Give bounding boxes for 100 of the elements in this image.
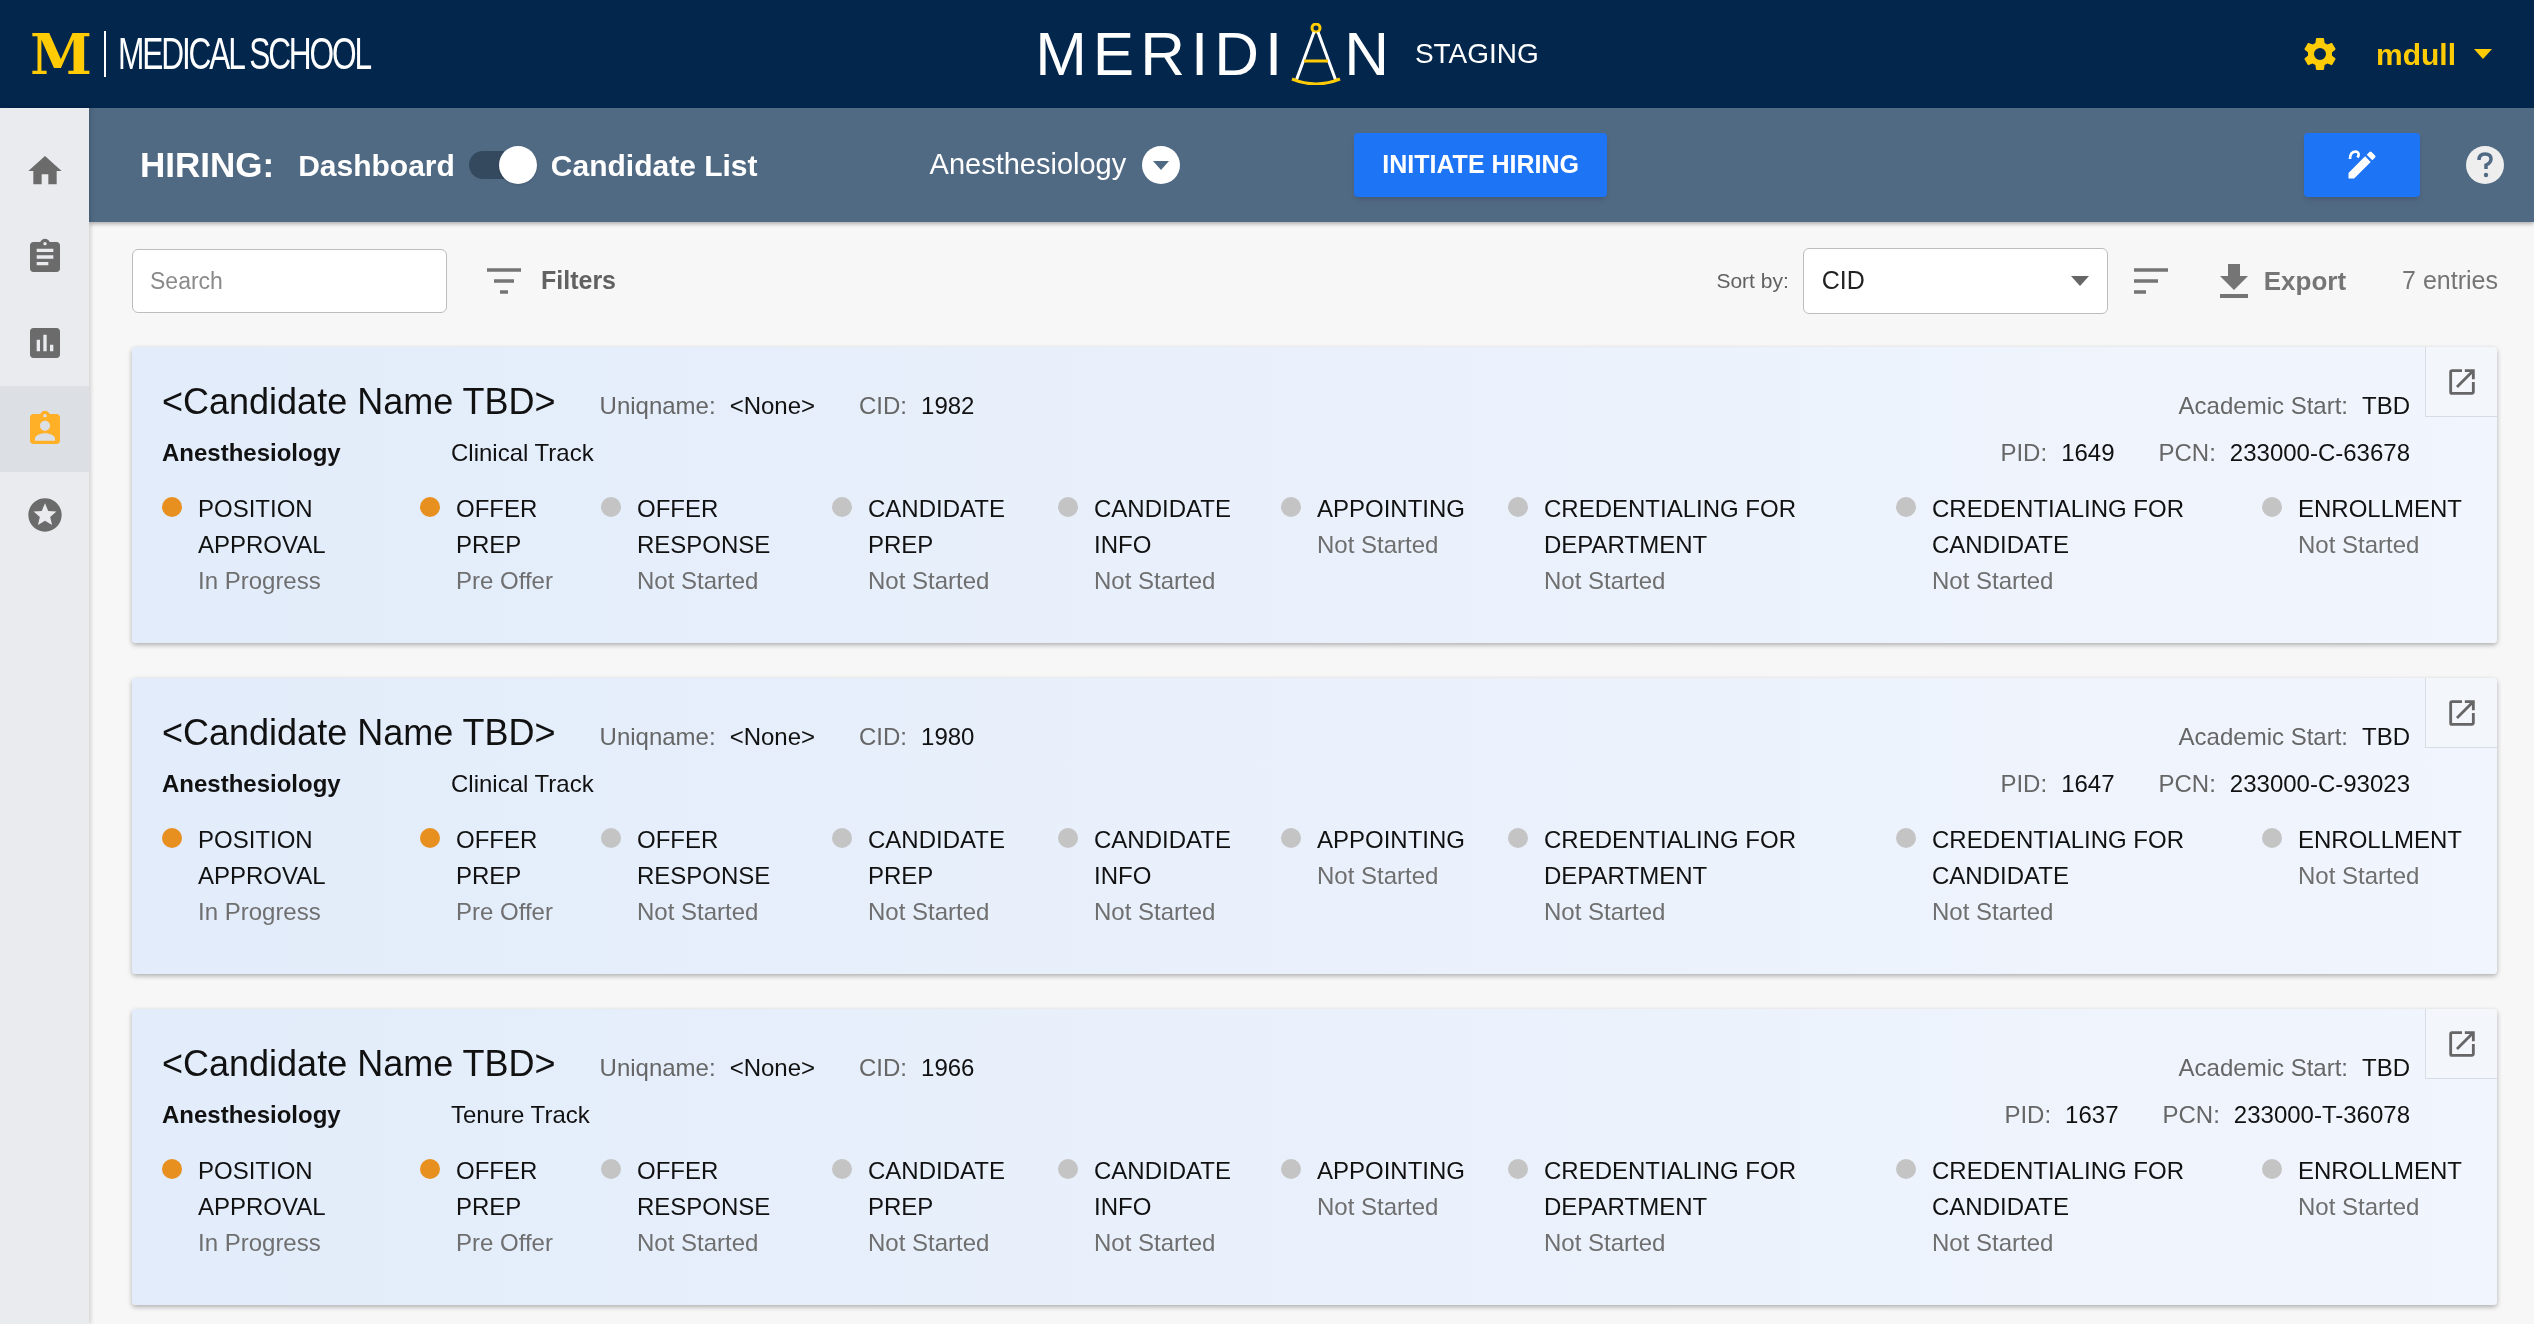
field-value: 1649 — [2061, 438, 2115, 468]
step-status: In Progress — [198, 1228, 322, 1258]
step-status: Not Started — [2298, 861, 2421, 891]
step-title: ENROLLMENT — [2298, 825, 2463, 855]
step-title: CREDENTIALING FOR DEPARTMENT — [1544, 825, 1798, 891]
step-title: APPOINTING — [1317, 1156, 1466, 1186]
field-label: CID: — [859, 391, 908, 421]
step-status: Not Started — [1932, 566, 2055, 596]
field-value: TBD — [2362, 722, 2410, 752]
step-title: CREDENTIALING FOR DEPARTMENT — [1544, 494, 1798, 560]
step-status: In Progress — [198, 897, 322, 927]
step-title: OFFER RESPONSE — [637, 494, 772, 560]
department-dropdown[interactable]: Anesthesiology — [929, 143, 1181, 187]
filter-icon — [487, 268, 521, 294]
field-label: CID: — [859, 1053, 908, 1083]
compass-logo-icon — [1290, 23, 1343, 85]
field-label: PID: — [2000, 769, 2048, 799]
field-label: PCN: — [2158, 438, 2216, 468]
step-status: Not Started — [637, 566, 760, 596]
candidate-name: <Candidate Name TBD> — [162, 1042, 556, 1086]
field-value: 233000-C-93023 — [2229, 769, 2410, 799]
step-status: Not Started — [1317, 530, 1440, 560]
step-status: Not Started — [1932, 897, 2055, 927]
step-status: Not Started — [2298, 530, 2421, 560]
export-button[interactable]: Export — [2219, 261, 2347, 301]
initiate-hiring-button[interactable]: INITIATE HIRING — [1354, 133, 1607, 197]
step-status: Not Started — [637, 897, 760, 927]
step-title: POSITION APPROVAL — [198, 494, 327, 560]
step-status: Not Started — [1544, 1228, 1667, 1258]
field-label: Uniqname: — [599, 1053, 716, 1083]
step-title: ENROLLMENT — [2298, 1156, 2463, 1186]
step-status: Not Started — [868, 897, 991, 927]
field-value: <None> — [729, 1053, 816, 1083]
field-label: Academic Start: — [2178, 1053, 2348, 1083]
view-toggle[interactable] — [468, 146, 537, 184]
field-label: PID: — [2004, 1100, 2052, 1130]
logo-letter: M — [30, 26, 92, 82]
field-label: Uniqname: — [599, 722, 716, 752]
open-button[interactable] — [2425, 678, 2497, 748]
field-value: 1966 — [921, 1053, 975, 1083]
step-status: Not Started — [1317, 1192, 1440, 1222]
step-status: Not Started — [1094, 1228, 1217, 1258]
field-value: 1980 — [921, 722, 975, 752]
field-label: Academic Start: — [2178, 391, 2348, 421]
field-value: 1637 — [2065, 1100, 2119, 1130]
field-label: PID: — [2000, 438, 2048, 468]
candidate-name: <Candidate Name TBD> — [162, 711, 556, 755]
sort-icon[interactable] — [2133, 268, 2168, 294]
step-title: CREDENTIALING FOR CANDIDATE — [1932, 825, 2186, 891]
step-status: Pre Offer — [456, 1228, 554, 1258]
step-title: POSITION APPROVAL — [198, 825, 327, 891]
field-label: PCN: — [2162, 1100, 2220, 1130]
field-value: <None> — [729, 722, 816, 752]
sort-label: Sort by: — [1716, 268, 1789, 295]
open-button[interactable] — [2425, 1009, 2497, 1079]
track-label: Tenure Track — [451, 1100, 590, 1130]
user-menu[interactable]: mdull — [2376, 31, 2492, 77]
candidate-name: <Candidate Name TBD> — [162, 380, 556, 424]
caret-icon — [2474, 49, 2492, 59]
step-title: POSITION APPROVAL — [198, 1156, 327, 1222]
step-status: In Progress — [198, 566, 322, 596]
caret-icon — [2070, 276, 2089, 286]
step-title: CANDIDATE PREP — [868, 825, 1006, 891]
field-value: 233000-C-63678 — [2229, 438, 2410, 468]
step-title: ENROLLMENT — [2298, 494, 2463, 524]
step-title: CANDIDATE INFO — [1094, 825, 1232, 891]
sort-select[interactable]: CID — [1802, 248, 2108, 314]
field-value: 233000-T-36078 — [2233, 1100, 2410, 1130]
step-title: OFFER PREP — [456, 825, 539, 891]
field-value: TBD — [2362, 1053, 2410, 1083]
filters-button[interactable]: Filters — [487, 262, 617, 300]
step-title: CREDENTIALING FOR CANDIDATE — [1932, 1156, 2186, 1222]
field-label: PCN: — [2158, 769, 2216, 799]
step-title: CREDENTIALING FOR CANDIDATE — [1932, 494, 2186, 560]
open-button[interactable] — [2425, 347, 2497, 417]
entry-count: 7 entries — [2402, 265, 2498, 297]
field-value: <None> — [729, 391, 816, 421]
view-label: Dashboard — [298, 147, 455, 184]
field-value: 1982 — [921, 391, 975, 421]
step-title: OFFER PREP — [456, 1156, 539, 1222]
track-label: Clinical Track — [451, 438, 594, 468]
step-title: OFFER PREP — [456, 494, 539, 560]
edit-button[interactable] — [2304, 133, 2420, 197]
step-title: APPOINTING — [1317, 825, 1466, 855]
step-title: CANDIDATE INFO — [1094, 1156, 1232, 1222]
step-status: Not Started — [1544, 566, 1667, 596]
help-icon[interactable] — [2466, 146, 2504, 184]
step-status: Not Started — [1317, 861, 1440, 891]
dropdown-icon — [1142, 146, 1181, 184]
step-title: OFFER RESPONSE — [637, 1156, 772, 1222]
step-status: Not Started — [1094, 566, 1217, 596]
search-field[interactable]: Search — [132, 249, 447, 313]
field-value: TBD — [2362, 391, 2410, 421]
step-status: Pre Offer — [456, 566, 554, 596]
step-status: Not Started — [1094, 897, 1217, 927]
step-status: Pre Offer — [456, 897, 554, 927]
field-value: 1647 — [2061, 769, 2115, 799]
app-name: N — [1344, 23, 1389, 85]
field-label: Uniqname: — [599, 391, 716, 421]
department-label: Anesthesiology — [162, 1100, 342, 1130]
